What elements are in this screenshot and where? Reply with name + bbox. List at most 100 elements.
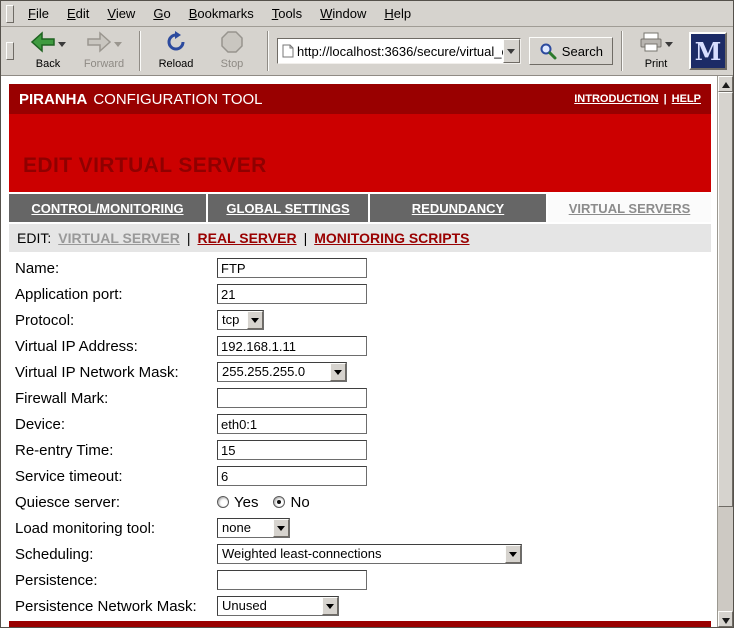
firewall-mark-input[interactable] [217,388,367,408]
piranha-page: PIRANHACONFIGURATION TOOL INTRODUCTION |… [1,76,717,627]
persistence-mask-label: Persistence Network Mask: [15,598,217,615]
tab-label: REDUNDANCY [412,201,504,216]
scheduling-select-value: Weighted least-connections [218,545,505,563]
form-row-protocol: Protocol: tcp [9,307,711,333]
scheduling-select[interactable]: Weighted least-connections [217,544,522,564]
application-port-label: Application port: [15,286,217,303]
introduction-link[interactable]: INTRODUCTION [574,93,658,105]
protocol-select-value: tcp [218,311,247,329]
virtual-ip-input[interactable] [217,336,367,356]
virtual-ip-label: Virtual IP Address: [15,338,217,355]
service-timeout-input[interactable] [217,466,367,486]
forward-button[interactable]: Forward [77,29,131,73]
persistence-input[interactable] [217,570,367,590]
dropdown-arrow-icon [247,311,263,329]
application-port-input[interactable] [217,284,367,304]
search-button[interactable]: Search [529,37,613,65]
page-title: EDIT VIRTUAL SERVER [23,154,711,178]
scroll-down-button[interactable] [718,611,733,627]
title-band: EDIT VIRTUAL SERVER [9,114,711,192]
print-button[interactable]: Print [631,29,681,73]
form-row-load-monitoring: Load monitoring tool: none [9,515,711,541]
form-row-scheduling: Scheduling: Weighted least-connections [9,541,711,567]
subnav-monitoring-scripts-link[interactable]: MONITORING SCRIPTS [314,230,469,246]
scroll-up-button[interactable] [718,76,733,92]
toolbar-grippy[interactable] [6,42,14,60]
reentry-time-input[interactable] [217,440,367,460]
dropdown-arrow-icon [273,519,289,537]
virtual-ip-mask-select-value: 255.255.255.0 [218,363,330,381]
printer-icon [639,32,663,57]
menu-window[interactable]: Window [311,2,375,25]
persistence-mask-select[interactable]: Unused [217,596,339,616]
content-viewport: PIRANHACONFIGURATION TOOL INTRODUCTION |… [1,76,733,627]
menu-tools[interactable]: Tools [263,2,311,25]
url-bar [277,38,521,64]
toolbar-separator [621,31,623,71]
url-input[interactable] [297,40,503,62]
device-input[interactable] [217,414,367,434]
tab-global-settings[interactable]: GLOBAL SETTINGS [208,194,368,222]
reload-icon [165,31,187,58]
vertical-scrollbar [717,76,733,627]
form-row-firewall-mark: Firewall Mark: [9,385,711,411]
stop-icon [221,31,243,58]
toolbar-separator [267,31,269,71]
form-row-persistence-mask: Persistence Network Mask: Unused [9,593,711,619]
virtual-ip-mask-select[interactable]: 255.255.255.0 [217,362,347,382]
forward-label: Forward [84,58,124,70]
reload-button[interactable]: Reload [149,29,203,73]
subnav-real-server-link[interactable]: REAL SERVER [198,230,297,246]
toolbar-grippy[interactable] [6,5,14,23]
menu-help[interactable]: Help [375,2,420,25]
menu-bookmarks[interactable]: Bookmarks [180,2,263,25]
subnav-separator: | [187,230,191,246]
page-footer-bar [9,621,711,627]
back-button[interactable]: Back [21,29,75,73]
tab-label: VIRTUAL SERVERS [569,201,691,216]
back-dropdown-icon[interactable] [58,42,66,51]
quiesce-yes-radio[interactable] [217,496,229,508]
subnav-virtual-server-link[interactable]: VIRTUAL SERVER [58,230,180,246]
forward-arrow-icon [86,31,112,58]
subnav-separator: | [304,230,308,246]
persistence-mask-select-value: Unused [218,597,322,615]
menu-go[interactable]: Go [144,2,179,25]
scrollbar-track[interactable] [718,92,733,611]
logo-letter: M [695,37,722,66]
mozilla-throbber-logo[interactable]: M [689,32,727,70]
menu-edit[interactable]: Edit [58,2,98,25]
page-proxy-icon [282,44,294,58]
header-links: INTRODUCTION | HELP [574,93,701,105]
form-row-virtual-ip-mask: Virtual IP Network Mask: 255.255.255.0 [9,359,711,385]
scrollbar-thumb[interactable] [718,92,733,507]
device-label: Device: [15,416,217,433]
protocol-select[interactable]: tcp [217,310,264,330]
brand-strong: PIRANHA [19,91,87,108]
load-monitoring-select[interactable]: none [217,518,290,538]
menu-file[interactable]: File [19,2,58,25]
tab-label: GLOBAL SETTINGS [226,201,349,216]
quiesce-radio-group: Yes No [217,494,320,511]
menu-bar: File Edit View Go Bookmarks Tools Window… [1,1,733,27]
form-row-quiesce: Quiesce server: Yes No [9,489,711,515]
menu-view[interactable]: View [98,2,144,25]
tab-redundancy[interactable]: REDUNDANCY [370,194,546,222]
form-row-device: Device: [9,411,711,437]
help-link[interactable]: HELP [672,93,701,105]
tab-virtual-servers[interactable]: VIRTUAL SERVERS [548,194,711,222]
url-history-dropdown[interactable] [503,39,520,63]
brand-title: PIRANHACONFIGURATION TOOL [19,91,263,108]
tab-control-monitoring[interactable]: CONTROL/MONITORING [9,194,206,222]
dropdown-arrow-icon [505,545,521,563]
load-monitoring-select-value: none [218,519,273,537]
quiesce-no-radio[interactable] [273,496,285,508]
form-row-service-timeout: Service timeout: [9,463,711,489]
print-dropdown-icon[interactable] [665,42,673,51]
stop-button[interactable]: Stop [205,29,259,73]
form-row-reentry-time: Re-entry Time: [9,437,711,463]
quiesce-yes-label: Yes [234,494,258,511]
form-row-persistence: Persistence: [9,567,711,593]
name-input[interactable] [217,258,367,278]
quiesce-label: Quiesce server: [15,494,217,511]
